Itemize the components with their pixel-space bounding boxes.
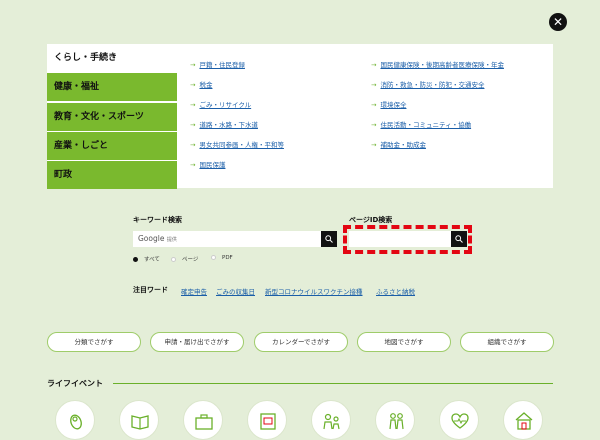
radio-unchecked-icon bbox=[211, 255, 216, 260]
find-by-category-button[interactable]: 分類でさがす bbox=[47, 332, 141, 352]
find-by-map-button[interactable]: 地図でさがす bbox=[357, 332, 451, 352]
link-label: 道路・水路・下水道 bbox=[199, 121, 258, 129]
arrow-icon: → bbox=[371, 141, 377, 149]
link-label: 戸籍・住民登録 bbox=[199, 61, 245, 69]
life-events-heading: ライフイベント bbox=[47, 379, 103, 388]
certificate-icon bbox=[260, 413, 276, 430]
link-shobo[interactable]: → 消防・救急・防災・防犯・交通安全 bbox=[371, 79, 484, 89]
keyword-search-button[interactable] bbox=[321, 231, 337, 247]
link-jumin-katsudo[interactable]: → 住民活動・コミュニティ・協働 bbox=[371, 119, 471, 129]
radio-all[interactable]: すべて bbox=[133, 255, 160, 263]
radio-label: ページ bbox=[182, 257, 199, 263]
link-label: ごみ・リサイクル bbox=[199, 101, 252, 109]
radio-pdf[interactable]: PDF bbox=[211, 255, 233, 261]
arrow-icon: → bbox=[190, 101, 196, 109]
life-event-elderly[interactable] bbox=[375, 400, 415, 440]
link-koseki[interactable]: → 戸籍・住民登録 bbox=[190, 59, 245, 69]
link-gomi[interactable]: → ごみ・リサイクル bbox=[190, 99, 251, 109]
arrow-icon: → bbox=[190, 141, 196, 149]
arrow-icon: → bbox=[371, 101, 377, 109]
link-label: 国民健康保険・後期高齢者医療保険・年金 bbox=[380, 61, 504, 69]
link-doro[interactable]: → 道路・水路・下水道 bbox=[190, 119, 258, 129]
placeholder-text: Google bbox=[138, 234, 165, 243]
link-danjo[interactable]: → 男女共同参画・人権・平和等 bbox=[190, 139, 284, 149]
radio-unchecked-icon bbox=[171, 257, 176, 262]
category-kyoiku[interactable]: 教育・文化・スポーツ bbox=[47, 103, 177, 131]
highlight-frame bbox=[343, 225, 472, 254]
house-icon bbox=[515, 412, 533, 430]
heart-icon bbox=[451, 413, 469, 429]
life-event-housing[interactable] bbox=[503, 400, 543, 440]
keyword-covid-vaccine[interactable]: 新型コロナウイルスワクチン接種 bbox=[265, 286, 363, 296]
radio-checked-icon bbox=[133, 257, 138, 262]
page-id-search-label: ページID検索 bbox=[349, 216, 393, 224]
arrow-icon: → bbox=[371, 61, 377, 69]
baby-icon bbox=[70, 414, 82, 430]
link-label: 消防・救急・防災・防犯・交通安全 bbox=[380, 81, 485, 89]
close-button[interactable]: ✕ bbox=[549, 13, 567, 31]
keyword-search-label: キーワード検索 bbox=[133, 216, 182, 224]
link-kankyo[interactable]: → 環境保全 bbox=[371, 99, 406, 109]
category-kurashi[interactable]: くらし・手続き bbox=[47, 44, 177, 72]
life-event-baby[interactable] bbox=[55, 400, 95, 440]
link-label: 住民活動・コミュニティ・協働 bbox=[380, 121, 472, 129]
life-events-divider bbox=[113, 383, 553, 384]
google-placeholder: Google 提供 bbox=[138, 234, 177, 243]
link-hojokin[interactable]: → 補助金・助成金 bbox=[371, 139, 426, 149]
keyword-furusato-nozei[interactable]: ふるさと納税 bbox=[376, 286, 415, 296]
elderly-icon bbox=[389, 413, 404, 430]
find-by-calendar-button[interactable]: カレンダーでさがす bbox=[254, 332, 348, 352]
find-by-organization-button[interactable]: 組織でさがす bbox=[460, 332, 554, 352]
radio-label: PDF bbox=[222, 255, 233, 261]
category-sangyo[interactable]: 産業・しごと bbox=[47, 132, 177, 160]
link-label: 補助金・助成金 bbox=[380, 141, 426, 149]
life-event-education[interactable] bbox=[119, 400, 159, 440]
keyword-search-input[interactable]: Google 提供 bbox=[133, 231, 337, 247]
link-kokumin-hogo[interactable]: → 国民保護 bbox=[190, 159, 225, 169]
arrow-icon: → bbox=[190, 121, 196, 129]
keyword-kakutei-shinkoku[interactable]: 確定申告 bbox=[181, 286, 207, 296]
category-links: → 戸籍・住民登録 → 税金 → ごみ・リサイクル → 道路・水路・下水道 → 男女共同参… bbox=[177, 44, 553, 188]
arrow-icon: → bbox=[371, 81, 377, 89]
radio-page[interactable]: ページ bbox=[171, 255, 198, 263]
category-chosei[interactable]: 町政 bbox=[47, 161, 177, 189]
featured-keywords-label: 注目ワード bbox=[133, 286, 168, 294]
radio-label: すべて bbox=[144, 257, 160, 263]
find-by-application-button[interactable]: 申請・届け出でさがす bbox=[150, 332, 244, 352]
family-icon bbox=[323, 413, 340, 430]
category-kenko[interactable]: 健康・福祉 bbox=[47, 73, 177, 101]
arrow-icon: → bbox=[371, 121, 377, 129]
keyword-gomi-shushubi[interactable]: ごみの収集日 bbox=[216, 286, 255, 296]
placeholder-suffix: 提供 bbox=[166, 237, 177, 243]
link-label: 国民保護 bbox=[199, 161, 226, 169]
link-label: 税金 bbox=[199, 81, 213, 89]
arrow-icon: → bbox=[190, 81, 196, 89]
book-icon bbox=[131, 415, 149, 430]
link-kenko-hoken[interactable]: → 国民健康保険・後期高齢者医療保険・年金 bbox=[371, 59, 504, 69]
arrow-icon: → bbox=[190, 161, 196, 169]
link-zeikin[interactable]: → 税金 bbox=[190, 79, 212, 89]
life-event-health[interactable] bbox=[439, 400, 479, 440]
briefcase-icon bbox=[195, 414, 213, 430]
life-event-certificate[interactable] bbox=[247, 400, 287, 440]
search-icon bbox=[325, 235, 333, 243]
arrow-icon: → bbox=[190, 61, 196, 69]
link-label: 男女共同参画・人権・平和等 bbox=[199, 141, 284, 149]
life-event-family[interactable] bbox=[311, 400, 351, 440]
life-event-work[interactable] bbox=[183, 400, 223, 440]
category-menu-panel: くらし・手続き 健康・福祉 教育・文化・スポーツ 産業・しごと 町政 → 戸籍・住… bbox=[47, 44, 553, 189]
link-label: 環境保全 bbox=[380, 101, 407, 109]
